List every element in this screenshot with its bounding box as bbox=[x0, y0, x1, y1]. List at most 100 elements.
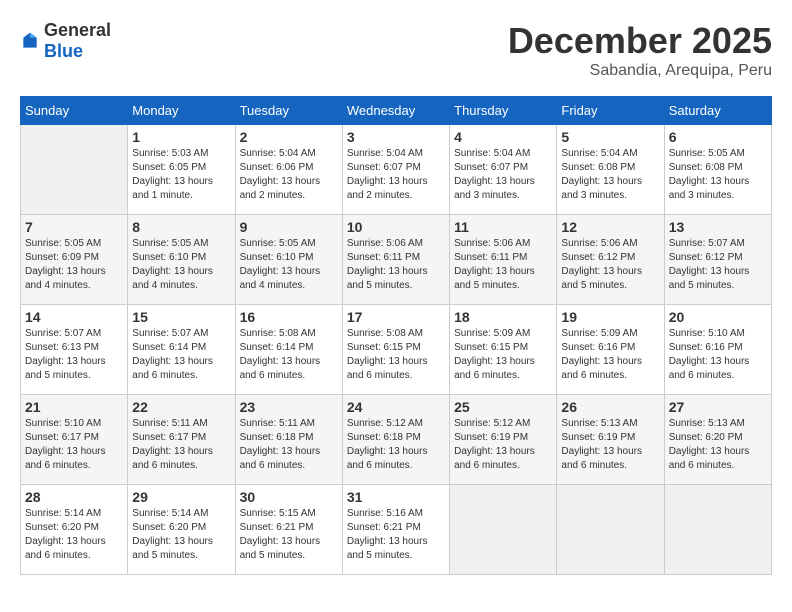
calendar-cell: 23 Sunrise: 5:11 AMSunset: 6:18 PMDayligh… bbox=[235, 395, 342, 485]
daylight-text: Daylight: 13 hours bbox=[132, 446, 213, 457]
day-number: 28 bbox=[25, 489, 123, 505]
day-number: 29 bbox=[132, 489, 230, 505]
sunrise-text: Sunrise: 5:07 AM bbox=[25, 328, 101, 339]
calendar-header-wednesday: Wednesday bbox=[342, 97, 449, 125]
sunset-text: Sunset: 6:11 PM bbox=[347, 252, 420, 263]
daylight-text: Daylight: 13 hours bbox=[25, 446, 106, 457]
daylight-text-2: and 3 minutes. bbox=[454, 190, 520, 201]
daylight-text-2: and 5 minutes. bbox=[347, 550, 413, 561]
day-info: Sunrise: 5:16 AMSunset: 6:21 PMDaylight:… bbox=[347, 507, 445, 563]
day-number: 1 bbox=[132, 129, 230, 145]
day-info: Sunrise: 5:06 AMSunset: 6:11 PMDaylight:… bbox=[454, 237, 552, 293]
day-number: 6 bbox=[669, 129, 767, 145]
calendar-cell: 4Sunrise: 5:04 AMSunset: 6:07 PMDaylight… bbox=[450, 125, 557, 215]
calendar-header-friday: Friday bbox=[557, 97, 664, 125]
day-number: 18 bbox=[454, 309, 552, 325]
daylight-text-2: and 5 minutes. bbox=[25, 370, 91, 381]
calendar-cell: 9Sunrise: 5:05 AMSunset: 6:10 PMDaylight… bbox=[235, 215, 342, 305]
calendar-cell: 7Sunrise: 5:05 AMSunset: 6:09 PMDaylight… bbox=[21, 215, 128, 305]
daylight-text-2: and 6 minutes. bbox=[669, 370, 735, 381]
day-number: 17 bbox=[347, 309, 445, 325]
daylight-text-2: and 5 minutes. bbox=[347, 280, 413, 291]
month-title: December 2025 bbox=[508, 20, 772, 62]
daylight-text-2: and 2 minutes. bbox=[347, 190, 413, 201]
sunrise-text: Sunrise: 5:14 AM bbox=[25, 508, 101, 519]
day-number: 10 bbox=[347, 219, 445, 235]
daylight-text-2: and 5 minutes. bbox=[132, 550, 198, 561]
calendar-week-0: 1Sunrise: 5:03 AMSunset: 6:05 PMDaylight… bbox=[21, 125, 772, 215]
calendar-header-thursday: Thursday bbox=[450, 97, 557, 125]
title-area: December 2025 Sabandia, Arequipa, Peru bbox=[508, 20, 772, 80]
daylight-text-2: and 6 minutes. bbox=[347, 370, 413, 381]
day-number: 25 bbox=[454, 399, 552, 415]
daylight-text-2: and 6 minutes. bbox=[454, 460, 520, 471]
calendar-cell: 8Sunrise: 5:05 AMSunset: 6:10 PMDaylight… bbox=[128, 215, 235, 305]
sunset-text: Sunset: 6:12 PM bbox=[561, 252, 635, 263]
calendar-cell: 6Sunrise: 5:05 AMSunset: 6:08 PMDaylight… bbox=[664, 125, 771, 215]
sunrise-text: Sunrise: 5:15 AM bbox=[240, 508, 316, 519]
sunset-text: Sunset: 6:14 PM bbox=[132, 342, 206, 353]
daylight-text: Daylight: 13 hours bbox=[561, 266, 642, 277]
sunset-text: Sunset: 6:05 PM bbox=[132, 162, 206, 173]
daylight-text-2: and 6 minutes. bbox=[25, 550, 91, 561]
day-info: Sunrise: 5:13 AMSunset: 6:19 PMDaylight:… bbox=[561, 417, 659, 473]
logo-text: General Blue bbox=[44, 20, 111, 62]
daylight-text: Daylight: 13 hours bbox=[347, 356, 428, 367]
calendar-cell: 11Sunrise: 5:06 AMSunset: 6:11 PMDayligh… bbox=[450, 215, 557, 305]
sunset-text: Sunset: 6:19 PM bbox=[454, 432, 528, 443]
daylight-text: Daylight: 13 hours bbox=[132, 536, 213, 547]
daylight-text-2: and 4 minutes. bbox=[132, 280, 198, 291]
sunrise-text: Sunrise: 5:06 AM bbox=[561, 238, 637, 249]
sunrise-text: Sunrise: 5:14 AM bbox=[132, 508, 208, 519]
day-info: Sunrise: 5:11 AMSunset: 6:18 PMDaylight:… bbox=[240, 417, 338, 473]
daylight-text-2: and 6 minutes. bbox=[454, 370, 520, 381]
day-number: 23 bbox=[240, 399, 338, 415]
daylight-text: Daylight: 13 hours bbox=[454, 356, 535, 367]
calendar-cell: 14Sunrise: 5:07 AMSunset: 6:13 PMDayligh… bbox=[21, 305, 128, 395]
sunrise-text: Sunrise: 5:13 AM bbox=[561, 418, 637, 429]
daylight-text: Daylight: 13 hours bbox=[240, 356, 321, 367]
sunrise-text: Sunrise: 5:05 AM bbox=[240, 238, 316, 249]
calendar-cell: 26Sunrise: 5:13 AMSunset: 6:19 PMDayligh… bbox=[557, 395, 664, 485]
sunrise-text: Sunrise: 5:04 AM bbox=[240, 148, 316, 159]
day-info: Sunrise: 5:08 AMSunset: 6:15 PMDaylight:… bbox=[347, 327, 445, 383]
calendar-cell: 30Sunrise: 5:15 AMSunset: 6:21 PMDayligh… bbox=[235, 485, 342, 575]
daylight-text-2: and 3 minutes. bbox=[669, 190, 735, 201]
daylight-text: Daylight: 13 hours bbox=[240, 266, 321, 277]
sunrise-text: Sunrise: 5:12 AM bbox=[454, 418, 530, 429]
calendar-cell: 31Sunrise: 5:16 AMSunset: 6:21 PMDayligh… bbox=[342, 485, 449, 575]
sunrise-text: Sunrise: 5:05 AM bbox=[25, 238, 101, 249]
calendar-cell: 18Sunrise: 5:09 AMSunset: 6:15 PMDayligh… bbox=[450, 305, 557, 395]
subtitle: Sabandia, Arequipa, Peru bbox=[508, 62, 772, 80]
calendar-cell: 17 Sunrise: 5:08 AMSunset: 6:15 PMDayligh… bbox=[342, 305, 449, 395]
calendar-cell: 16Sunrise: 5:08 AMSunset: 6:14 PMDayligh… bbox=[235, 305, 342, 395]
calendar-cell: 24Sunrise: 5:12 AMSunset: 6:18 PMDayligh… bbox=[342, 395, 449, 485]
calendar-cell bbox=[21, 125, 128, 215]
sunset-text: Sunset: 6:20 PM bbox=[132, 522, 206, 533]
daylight-text-2: and 6 minutes. bbox=[347, 460, 413, 471]
calendar-cell: 13Sunrise: 5:07 AMSunset: 6:12 PMDayligh… bbox=[664, 215, 771, 305]
daylight-text: Daylight: 13 hours bbox=[561, 176, 642, 187]
daylight-text-2: and 2 minutes. bbox=[240, 190, 306, 201]
daylight-text-2: and 6 minutes. bbox=[669, 460, 735, 471]
day-info: Sunrise: 5:10 AMSunset: 6:17 PMDaylight:… bbox=[25, 417, 123, 473]
daylight-text: Daylight: 13 hours bbox=[25, 266, 106, 277]
calendar-cell: 1Sunrise: 5:03 AMSunset: 6:05 PMDaylight… bbox=[128, 125, 235, 215]
day-info: Sunrise: 5:12 AMSunset: 6:19 PMDaylight:… bbox=[454, 417, 552, 473]
calendar-cell: 10Sunrise: 5:06 AMSunset: 6:11 PMDayligh… bbox=[342, 215, 449, 305]
calendar-cell: 12Sunrise: 5:06 AMSunset: 6:12 PMDayligh… bbox=[557, 215, 664, 305]
calendar-cell: 27Sunrise: 5:13 AMSunset: 6:20 PMDayligh… bbox=[664, 395, 771, 485]
sunset-text: Sunset: 6:20 PM bbox=[669, 432, 743, 443]
day-info: Sunrise: 5:14 AMSunset: 6:20 PMDaylight:… bbox=[25, 507, 123, 563]
sunset-text: Sunset: 6:18 PM bbox=[347, 432, 421, 443]
daylight-text: Daylight: 13 hours bbox=[561, 356, 642, 367]
sunset-text: Sunset: 6:17 PM bbox=[132, 432, 206, 443]
sunrise-text: Sunrise: 5:06 AM bbox=[347, 238, 423, 249]
daylight-text-2: and 5 minutes. bbox=[561, 280, 627, 291]
daylight-text-2: and 4 minutes. bbox=[240, 280, 306, 291]
sunset-text: Sunset: 6:18 PM bbox=[240, 432, 314, 443]
day-number: 13 bbox=[669, 219, 767, 235]
sunset-text: Sunset: 6:17 PM bbox=[25, 432, 99, 443]
day-info: Sunrise: 5:05 AMSunset: 6:10 PMDaylight:… bbox=[240, 237, 338, 293]
sunset-text: Sunset: 6:15 PM bbox=[454, 342, 528, 353]
